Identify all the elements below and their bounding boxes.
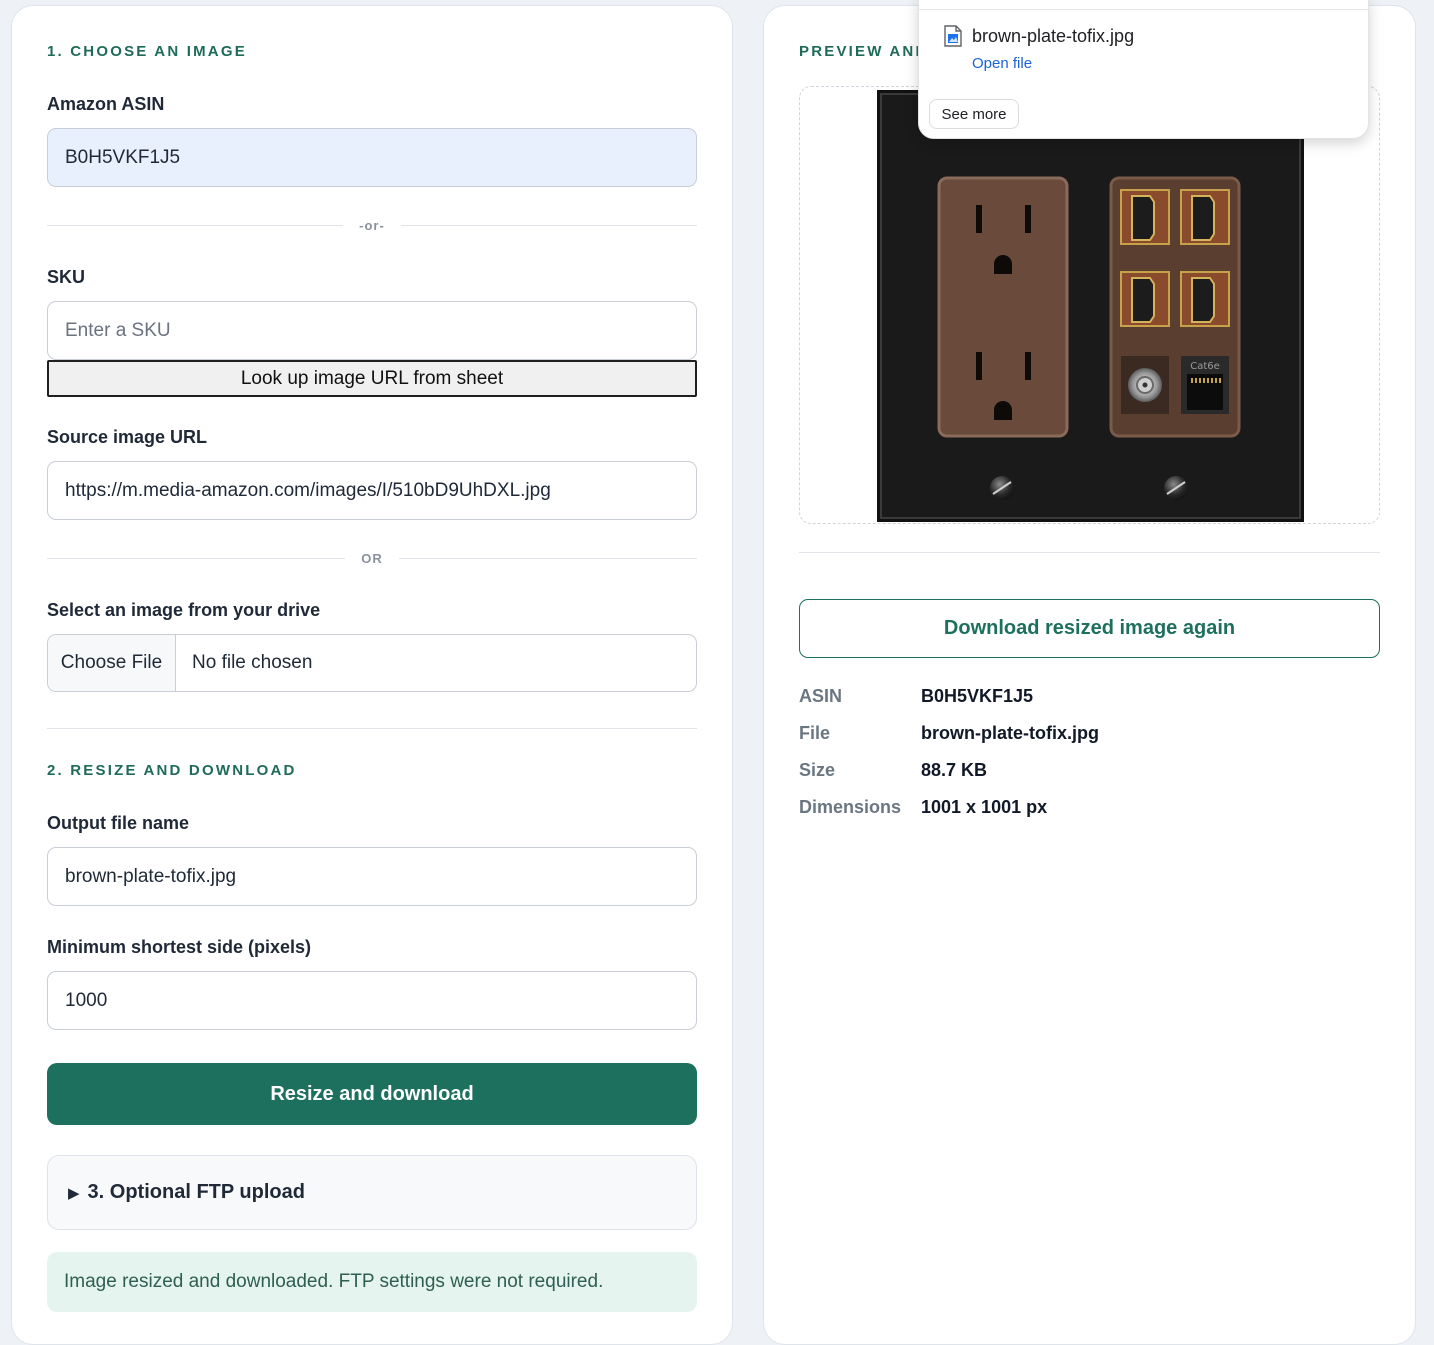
asin-label: Amazon ASIN: [47, 94, 165, 114]
sku-label: SKU: [47, 267, 86, 287]
meta-key: File: [799, 723, 831, 743]
file-input[interactable]: Choose File No file chosen: [47, 634, 697, 692]
open-file-link[interactable]: Open file: [972, 55, 1032, 72]
popup-divider: [919, 9, 1368, 10]
downloads-popup: brown-plate-tofix.jpg Open file See more: [918, 0, 1369, 139]
status-message: Image resized and downloaded. FTP settin…: [47, 1252, 697, 1312]
resize-and-download-button[interactable]: Resize and download: [47, 1063, 697, 1125]
section-heading-choose-image: 1. CHOOSE AN IMAGE: [47, 43, 247, 60]
preview-image: Cat6e: [877, 90, 1304, 522]
choose-file-button[interactable]: Choose File: [48, 635, 176, 691]
sku-input[interactable]: [47, 301, 697, 360]
popup-file-name: brown-plate-tofix.jpg: [972, 26, 1135, 46]
meta-value: B0H5VKF1J5: [921, 686, 1034, 706]
drive-image-label: Select an image from your drive: [47, 600, 321, 620]
source-url-input[interactable]: [47, 461, 697, 520]
see-more-button[interactable]: See more: [929, 99, 1019, 129]
file-status: No file chosen: [192, 652, 313, 673]
output-file-input[interactable]: [47, 847, 697, 906]
section-divider: [47, 728, 697, 729]
meta-key: ASIN: [799, 686, 843, 706]
min-side-label: Minimum shortest side (pixels): [47, 937, 312, 957]
cat6e-label: Cat6e: [1190, 361, 1220, 372]
section-heading-preview: PREVIEW AND: [799, 43, 929, 60]
divider-or-small-text: -or-: [343, 218, 401, 233]
min-side-input[interactable]: [47, 971, 697, 1030]
asin-input[interactable]: [47, 128, 697, 187]
output-file-label: Output file name: [47, 813, 190, 833]
preview-frame: Cat6e: [799, 86, 1380, 524]
choose-image-panel: 1. CHOOSE AN IMAGE Amazon ASIN -or- SKU …: [11, 5, 733, 1345]
triangle-right-icon: ▶: [68, 1184, 80, 1202]
preview-divider: [799, 552, 1380, 553]
meta-key: Dimensions: [799, 797, 902, 817]
section-heading-resize: 2. RESIZE AND DOWNLOAD: [47, 762, 297, 779]
divider-or: OR: [47, 551, 697, 566]
divider-or-text: OR: [345, 551, 399, 566]
meta-value: 1001 x 1001 px: [921, 797, 1048, 817]
divider-or-small: -or-: [47, 218, 697, 233]
ftp-upload-toggle[interactable]: ▶ 3. Optional FTP upload: [47, 1155, 697, 1230]
meta-value: 88.7 KB: [921, 760, 988, 780]
source-url-label: Source image URL: [47, 427, 208, 447]
meta-key: Size: [799, 760, 836, 780]
image-file-icon: [944, 25, 962, 47]
preview-panel: PREVIEW AND Cat6e Download resized image…: [763, 5, 1416, 1345]
lookup-image-url-button[interactable]: Look up image URL from sheet: [47, 360, 697, 397]
ftp-upload-summary: 3. Optional FTP upload: [87, 1181, 305, 1203]
meta-value: brown-plate-tofix.jpg: [921, 723, 1099, 743]
download-again-button[interactable]: Download resized image again: [799, 599, 1380, 658]
